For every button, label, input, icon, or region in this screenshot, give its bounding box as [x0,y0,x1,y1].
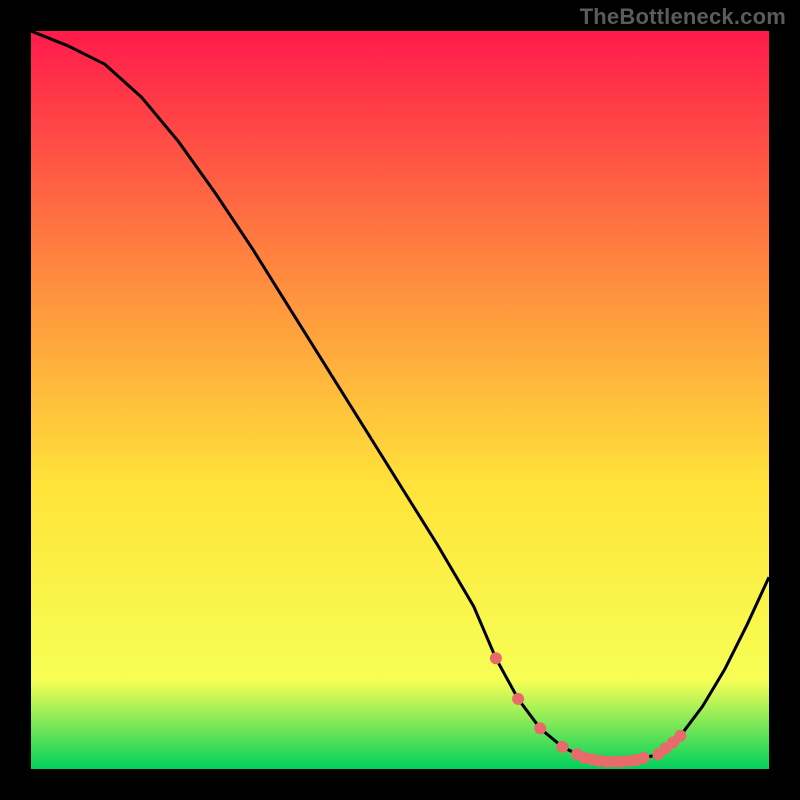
sweet-spot-marker [556,741,568,753]
sweet-spot-marker [512,693,524,705]
sweet-spot-marker [534,722,546,734]
sweet-spot-marker [638,752,650,764]
chart-svg [31,31,769,769]
plot-area [31,31,769,769]
sweet-spot-marker [490,652,502,664]
sweet-spot-marker [674,730,686,742]
chart-stage: TheBottleneck.com [0,0,800,800]
gradient-background [31,31,769,769]
watermark-text: TheBottleneck.com [580,4,786,30]
